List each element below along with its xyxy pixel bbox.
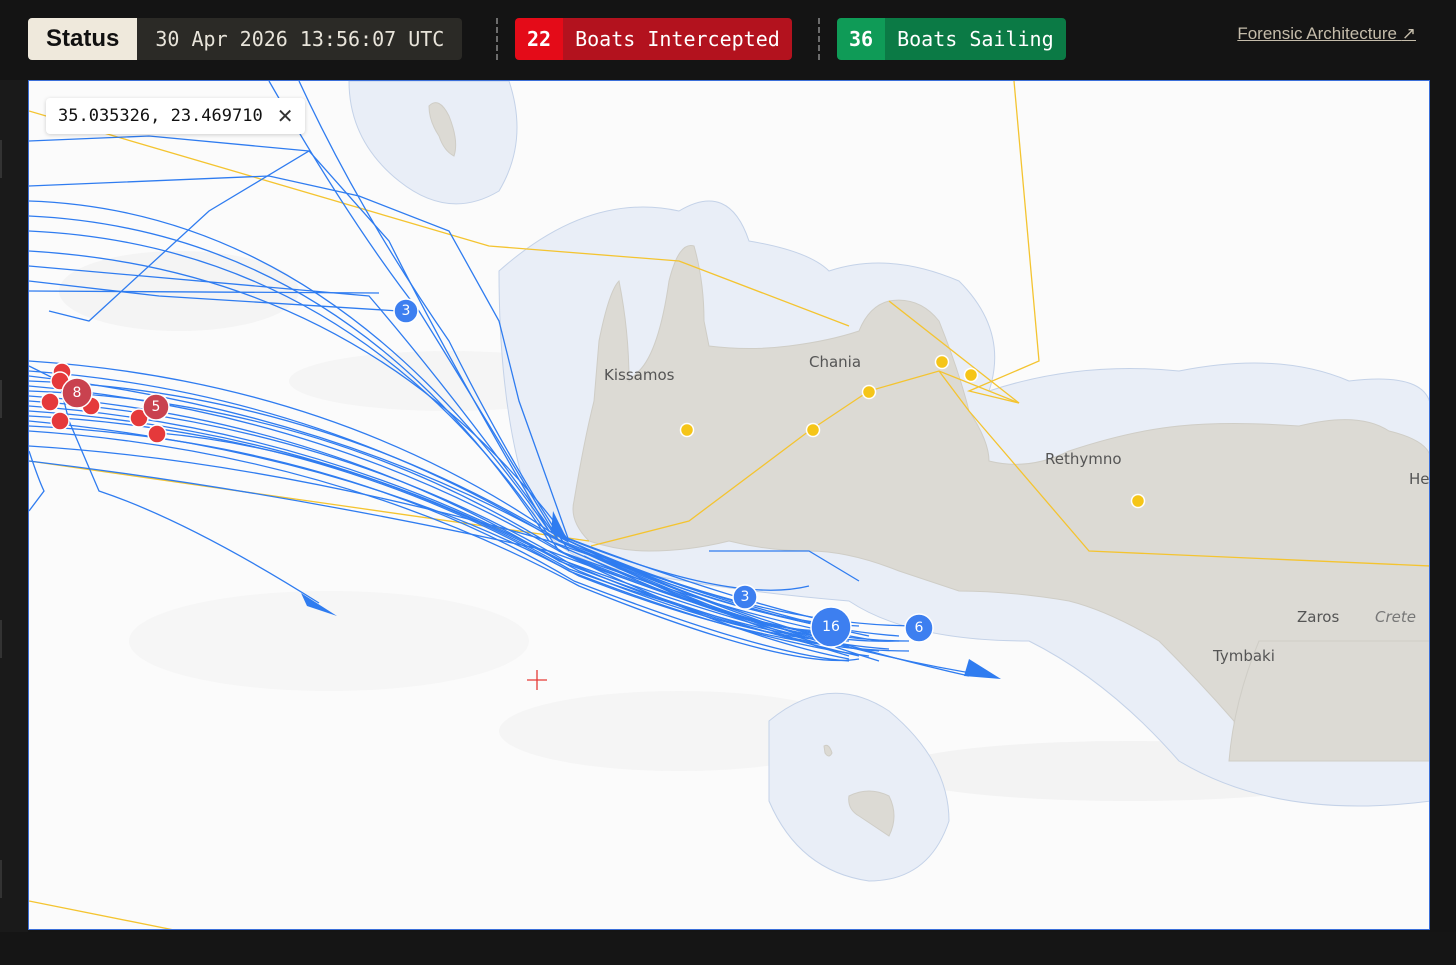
close-icon[interactable]: ✕ — [277, 104, 294, 128]
intercept-marker — [40, 392, 60, 412]
sailing-counter[interactable]: 36 Boats Sailing — [837, 18, 1066, 60]
sailing-label: Boats Sailing — [885, 18, 1066, 60]
sailing-cluster-3-south-count: 3 — [741, 589, 750, 605]
place-tymbaki: Tymbaki — [1212, 647, 1275, 665]
coordinate-readout: 35.035326, 23.469710 ✕ — [46, 98, 306, 134]
map-canvas[interactable]: Kissamos Chania Rethymno Zaros Tymbaki C… — [29, 81, 1430, 930]
coordinate-value: 35.035326, 23.469710 — [58, 106, 263, 126]
intercept-cluster-5-count: 5 — [152, 399, 161, 415]
place-rethymno: Rethymno — [1045, 450, 1122, 468]
place-heraklion-partial: He — [1409, 470, 1430, 488]
forensic-architecture-link[interactable]: Forensic Architecture ↗ — [1237, 24, 1416, 44]
intercept-marker — [147, 424, 167, 444]
place-chania: Chania — [809, 353, 861, 371]
place-crete: Crete — [1375, 608, 1416, 626]
status-chip: Status 30 Apr 2026 13:56:07 UTC — [28, 18, 463, 60]
crosshair-icon — [527, 670, 547, 690]
intercepted-count: 22 — [515, 18, 564, 60]
place-zaros: Zaros — [1297, 608, 1339, 626]
status-label: Status — [28, 18, 138, 60]
intercept-marker — [50, 411, 70, 431]
sailing-cluster-16-count: 16 — [822, 619, 840, 635]
intercept-cluster-8-count: 8 — [73, 385, 82, 401]
direction-arrow-icon — [964, 659, 1001, 679]
top-bar: Status 30 Apr 2026 13:56:07 UTC 22 Boats… — [0, 0, 1456, 78]
status-timestamp: 30 Apr 2026 13:56:07 UTC — [137, 18, 463, 60]
sailing-cluster-6-count: 6 — [915, 620, 924, 636]
map-view[interactable]: Kissamos Chania Rethymno Zaros Tymbaki C… — [28, 80, 1430, 930]
sailing-cluster-3-north-count: 3 — [402, 303, 411, 319]
forensic-architecture-label: Forensic Architecture — [1237, 24, 1398, 43]
intercepted-label: Boats Intercepted — [563, 18, 792, 60]
place-kissamos: Kissamos — [604, 366, 675, 384]
left-side-strip — [0, 80, 28, 932]
sailing-count: 36 — [837, 18, 886, 60]
arrow-up-right-icon: ↗ — [1401, 24, 1416, 43]
intercepted-counter[interactable]: 22 Boats Intercepted — [515, 18, 792, 60]
bottom-strip — [0, 932, 1456, 965]
divider — [496, 18, 498, 60]
divider — [818, 18, 820, 60]
